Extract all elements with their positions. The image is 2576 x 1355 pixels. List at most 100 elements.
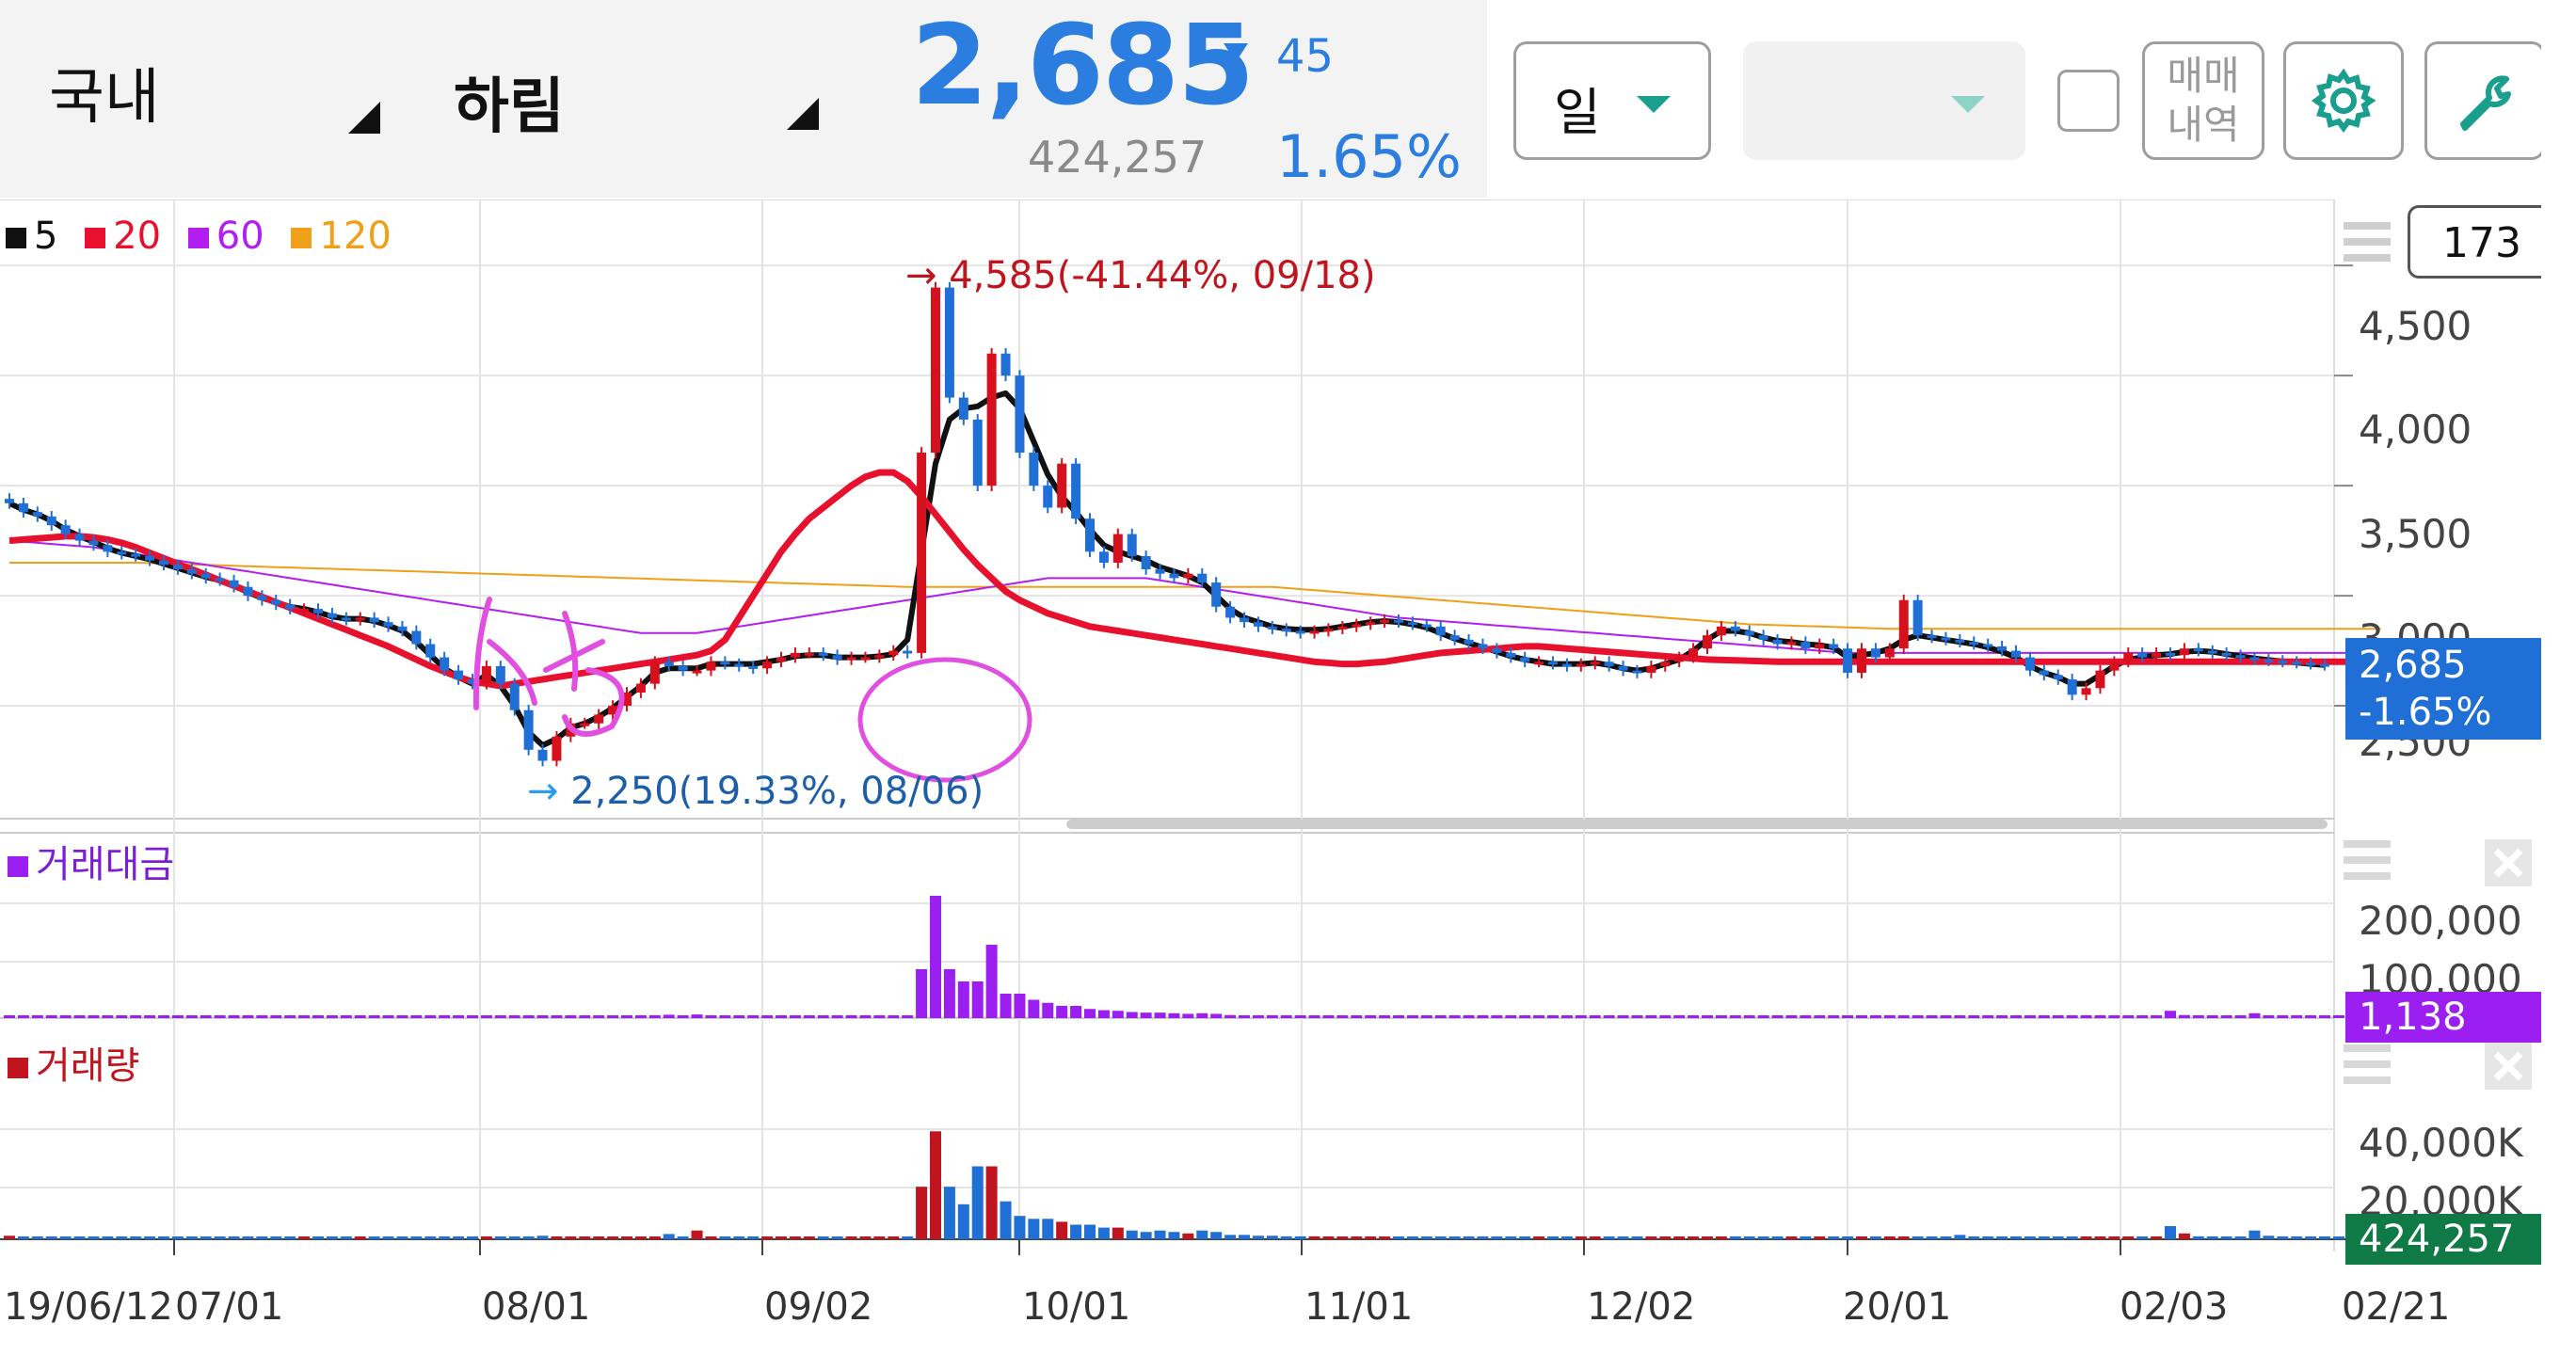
volume-bar	[116, 1236, 128, 1239]
amount-current-tag: 1,138	[2345, 992, 2558, 1043]
horizontal-scrollbar[interactable]	[1066, 820, 2328, 829]
market-selector[interactable]: 국내	[49, 49, 160, 136]
amount-bar	[284, 1015, 296, 1018]
candle-body	[552, 736, 562, 761]
amount-bar	[1168, 1012, 1180, 1018]
volume-bar	[185, 1236, 198, 1239]
candle-body	[2109, 662, 2120, 671]
amount-bar	[916, 969, 928, 1018]
trade-history-button[interactable]: 매매 내역	[2142, 41, 2264, 160]
amount-bar	[1365, 1015, 1377, 1018]
amount-bar	[1308, 1015, 1320, 1018]
volume-bar	[354, 1236, 366, 1239]
period-label: 일	[1554, 83, 1601, 142]
amount-bar	[1477, 1015, 1489, 1018]
stock-header: 국내 하림 2,685 45 424,257 1.65%	[0, 0, 1487, 198]
stock-chart[interactable]	[0, 199, 2576, 1355]
volume-bar	[2291, 1236, 2303, 1239]
volume-bar	[1210, 1232, 1223, 1239]
candle-body	[159, 560, 168, 566]
amount-bar	[1224, 1014, 1237, 1018]
candle-body	[860, 657, 871, 661]
stock-dropdown-icon[interactable]	[787, 98, 819, 130]
volume-bar	[1673, 1236, 1686, 1239]
volume-bar	[1883, 1236, 1896, 1239]
candle-body	[1800, 642, 1811, 649]
settings-button[interactable]	[2283, 41, 2404, 160]
x-tick: 08/01	[482, 1285, 591, 1329]
candle-body	[1407, 622, 1417, 626]
candle-body	[1772, 639, 1783, 645]
candle-body	[1927, 635, 1937, 639]
candle-body	[1071, 463, 1081, 519]
candle-body	[1197, 573, 1208, 583]
candle-body	[2053, 675, 2063, 679]
volume-bar	[1266, 1235, 1278, 1239]
menu-icon[interactable]	[2344, 222, 2391, 263]
volume-bar	[130, 1236, 142, 1239]
volume-bar	[1182, 1233, 1194, 1239]
volume-panel-title: 거래량	[8, 1035, 139, 1090]
menu-icon[interactable]	[2344, 1044, 2391, 1086]
amount-bar	[1800, 1015, 1812, 1018]
candle-body	[411, 630, 422, 645]
checkbox[interactable]	[2057, 70, 2120, 132]
volume-bar	[410, 1236, 423, 1239]
menu-icon[interactable]	[2344, 840, 2391, 882]
candle-body	[1267, 626, 1277, 630]
candle-body	[2039, 670, 2049, 676]
candle-body	[509, 683, 520, 710]
volume-bar	[1519, 1236, 1531, 1239]
y-tick: 200,000	[2359, 898, 2522, 944]
tools-button[interactable]	[2424, 41, 2545, 160]
market-dropdown-icon[interactable]	[348, 102, 380, 134]
volume-bar	[1505, 1236, 1517, 1239]
volume-bar	[1897, 1236, 1910, 1239]
candle-body	[1098, 551, 1109, 563]
amount-bar	[873, 1015, 886, 1018]
candle-body	[397, 626, 408, 631]
volume-bar	[2248, 1230, 2261, 1239]
amount-bar	[1673, 1015, 1686, 1018]
amount-bar	[2151, 1015, 2163, 1018]
candle-body	[1730, 626, 1740, 631]
amount-bar	[1954, 1015, 1966, 1018]
amount-bar	[817, 1015, 829, 1018]
amount-bar	[45, 1015, 57, 1018]
volume-bar	[2165, 1226, 2176, 1239]
amount-bar	[648, 1015, 661, 1018]
volume-bar	[17, 1236, 29, 1239]
volume-bar	[522, 1236, 535, 1239]
candle-body	[243, 586, 253, 597]
volume-bar	[396, 1236, 408, 1239]
candle-body	[1281, 629, 1291, 632]
candle-body	[1394, 619, 1403, 623]
secondary-selector[interactable]	[1743, 41, 2025, 160]
volume-bar	[1168, 1232, 1180, 1239]
candle-body	[2123, 652, 2134, 662]
legend-ma120: 120	[291, 215, 392, 258]
period-selector[interactable]: 일	[1513, 41, 1711, 160]
volume-bar	[859, 1236, 872, 1239]
candle-body	[1366, 622, 1376, 626]
close-icon[interactable]	[2485, 1043, 2532, 1090]
candle-body	[271, 599, 281, 605]
amount-bar	[17, 1015, 29, 1018]
candle-body	[917, 453, 927, 653]
amount-bar	[298, 1015, 311, 1018]
candle-body	[1561, 663, 1572, 667]
candle-body	[1590, 662, 1600, 665]
volume-bar	[733, 1236, 745, 1239]
candle-count-box[interactable]: 173	[2408, 205, 2556, 279]
stock-name-selector[interactable]: 하림	[454, 58, 565, 145]
candle-body	[2235, 655, 2246, 659]
volume-bar	[789, 1236, 801, 1239]
candle-body	[1043, 486, 1053, 508]
volume-bar	[2332, 1236, 2344, 1239]
close-icon[interactable]	[2485, 839, 2532, 886]
candle-body	[958, 397, 968, 420]
volume-bar	[593, 1236, 605, 1239]
volume-bar	[1688, 1236, 1700, 1239]
volume-bar	[467, 1236, 478, 1239]
candle-body	[2067, 678, 2077, 695]
